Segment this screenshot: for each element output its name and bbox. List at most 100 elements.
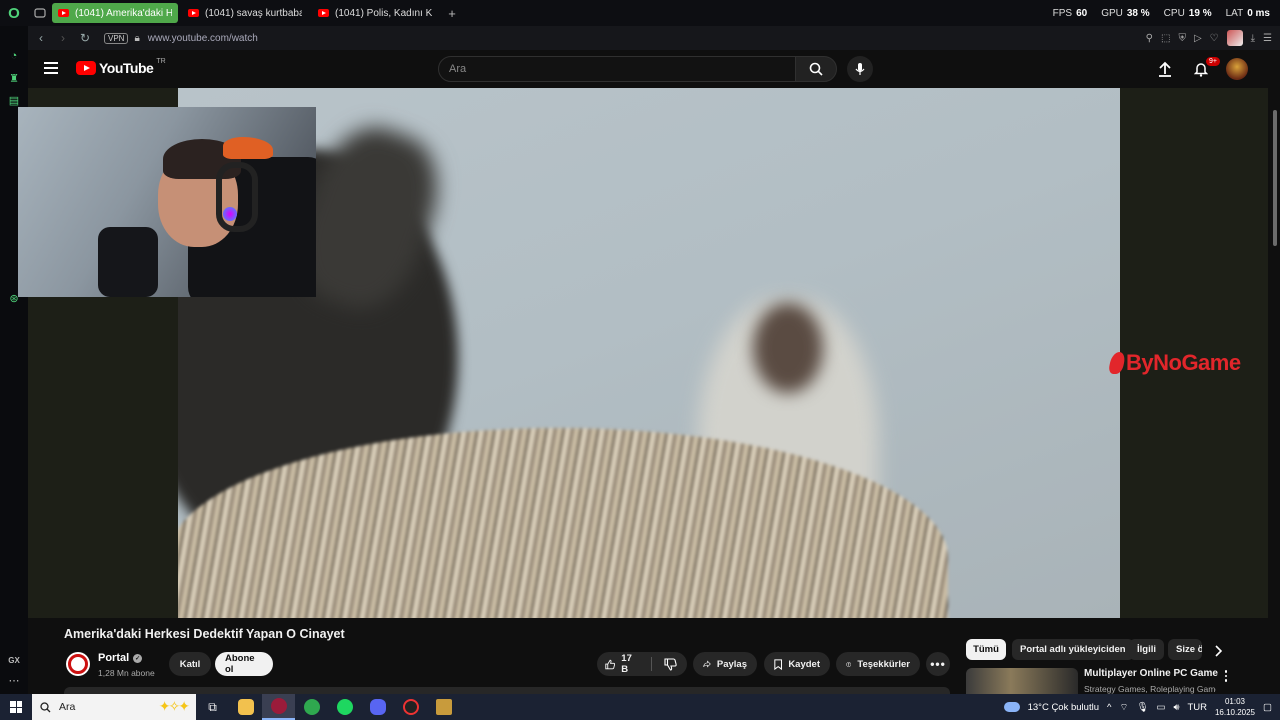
menu-icon[interactable] bbox=[44, 62, 58, 74]
subscribe-button[interactable]: Abone ol bbox=[215, 652, 273, 676]
spotify-button[interactable] bbox=[328, 694, 361, 720]
youtube-logo[interactable]: YouTube TR bbox=[76, 58, 166, 76]
description-box[interactable] bbox=[64, 687, 950, 694]
new-tab-button[interactable]: + bbox=[442, 3, 462, 23]
easy-setup-icon[interactable]: ☰ bbox=[1263, 33, 1272, 44]
chip-next-button[interactable] bbox=[1208, 641, 1228, 661]
youtube-favicon-icon bbox=[58, 9, 69, 17]
save-label: Kaydet bbox=[788, 658, 820, 670]
taskbar-search[interactable]: Ara ✦✧✦ bbox=[32, 694, 196, 720]
network-icon[interactable]: ⌔ bbox=[1119, 702, 1128, 713]
pin-icon[interactable]: ⚲ bbox=[1146, 33, 1153, 44]
webcam-hat bbox=[223, 137, 273, 159]
youtube-favicon-icon bbox=[318, 9, 329, 17]
vpn-badge[interactable]: VPN bbox=[104, 32, 129, 44]
tab-savas-kurtbaba[interactable]: (1041) savaş kurtbaba - Y bbox=[182, 3, 308, 23]
related-video-title[interactable]: Multiplayer Online PC Game bbox=[1084, 668, 1218, 679]
heart-icon[interactable]: ♡ bbox=[1210, 33, 1219, 44]
chip-for-you[interactable]: Size ö bbox=[1168, 639, 1202, 660]
share-icon bbox=[703, 660, 711, 668]
display-icon[interactable]: ▭ bbox=[1156, 702, 1165, 713]
chip-all[interactable]: Tümü bbox=[966, 639, 1006, 660]
scrollbar-thumb[interactable] bbox=[1273, 110, 1277, 246]
verified-icon: ✓ bbox=[133, 653, 143, 663]
league-icon bbox=[435, 699, 452, 715]
profile-avatar[interactable] bbox=[1226, 30, 1243, 46]
thanks-button[interactable]: Teşekkürler bbox=[836, 652, 920, 676]
gx-control-icon[interactable]: ◔ bbox=[0, 50, 28, 62]
upload-icon bbox=[1159, 61, 1171, 77]
snapshot-icon[interactable]: ⬚ bbox=[1161, 33, 1170, 44]
shield-icon[interactable]: ⛨ bbox=[1178, 33, 1186, 44]
tray-overflow-icon[interactable]: ^ bbox=[1107, 702, 1111, 713]
forward-icon[interactable]: › bbox=[54, 26, 72, 50]
clock[interactable]: 01:03 16.10.2025 bbox=[1215, 696, 1255, 718]
channel-name-text: Portal bbox=[98, 652, 130, 664]
league-button[interactable] bbox=[427, 694, 460, 720]
taskbar-search-text: Ara bbox=[59, 701, 76, 713]
related-video-more-icon[interactable] bbox=[1220, 668, 1232, 684]
opera-gx-icon bbox=[270, 698, 287, 714]
voice-search-button[interactable] bbox=[847, 56, 873, 82]
video-title: Amerika'daki Herkesi Dedektif Yapan O Ci… bbox=[64, 627, 345, 641]
volume-icon[interactable]: 🔊︎ bbox=[1173, 702, 1179, 713]
microphone-tray-icon[interactable]: 🎙︎ bbox=[1136, 702, 1148, 713]
like-dislike-group: 17 B bbox=[597, 652, 687, 676]
bookmark-icon bbox=[774, 658, 782, 670]
reload-icon[interactable]: ↻ bbox=[76, 26, 94, 50]
opera-gx-logo-icon[interactable]: O bbox=[0, 0, 28, 26]
tab-amerika[interactable]: (1041) Amerika'daki H bbox=[52, 3, 178, 23]
notifications-button[interactable]: 9+ bbox=[1190, 56, 1220, 82]
gpu-readout: GPU 38 % bbox=[1101, 7, 1150, 19]
video-frame[interactable] bbox=[178, 88, 1120, 618]
task-view-button[interactable]: ⧉ bbox=[196, 694, 229, 720]
file-explorer-button[interactable] bbox=[229, 694, 262, 720]
search-button[interactable] bbox=[795, 56, 837, 82]
tab-polis[interactable]: (1041) Polis, Kadını Kaçıra bbox=[312, 3, 438, 23]
url-field[interactable]: www.youtube.com/watch bbox=[148, 33, 258, 44]
tab-menu-icon[interactable] bbox=[28, 0, 52, 26]
account-avatar[interactable] bbox=[1226, 58, 1248, 80]
latency-readout: LAT 0 ms bbox=[1225, 7, 1270, 19]
microphone-icon bbox=[855, 63, 865, 75]
chip-related[interactable]: İlgili bbox=[1129, 639, 1164, 660]
lock-icon[interactable]: 🔒︎ bbox=[134, 33, 139, 44]
notification-center-icon[interactable]: ▢ bbox=[1263, 702, 1272, 713]
windows-logo-icon bbox=[10, 701, 22, 713]
back-icon[interactable]: ‹ bbox=[32, 26, 50, 50]
webcam-headset-light bbox=[223, 207, 237, 221]
dislike-button[interactable] bbox=[664, 657, 677, 671]
related-video-thumbnail[interactable] bbox=[966, 668, 1078, 694]
discord-icon bbox=[369, 699, 386, 715]
language-indicator[interactable]: TUR bbox=[1187, 702, 1207, 713]
chip-from-uploader[interactable]: Portal adlı yükleyiciden bbox=[1012, 639, 1134, 660]
create-button[interactable] bbox=[1154, 56, 1176, 82]
search-input[interactable]: Ara bbox=[438, 56, 796, 82]
page-scrollbar[interactable] bbox=[1270, 50, 1280, 694]
xbox-button[interactable] bbox=[295, 694, 328, 720]
download-icon[interactable]: ⤓ bbox=[1251, 33, 1255, 44]
sidebar-more-icon[interactable]: ⋯ bbox=[0, 674, 28, 687]
country-code: TR bbox=[156, 58, 166, 65]
play-icon[interactable]: ▷ bbox=[1194, 33, 1202, 44]
gx-corner-icon[interactable]: ♜ bbox=[0, 72, 28, 85]
share-button[interactable]: Paylaş bbox=[693, 652, 757, 676]
save-button[interactable]: Kaydet bbox=[764, 652, 830, 676]
channel-avatar[interactable] bbox=[66, 652, 90, 676]
search-highlight-icon: ✦✧✦ bbox=[158, 698, 190, 714]
fps-readout: FPS 60 bbox=[1052, 7, 1088, 19]
bynogame-watermark: ByNoGame bbox=[1107, 350, 1241, 376]
gx-player-icon[interactable]: ▤ bbox=[0, 94, 28, 107]
more-actions-button[interactable]: ••• bbox=[926, 652, 950, 676]
weather-text[interactable]: 13°C Çok bulutlu bbox=[1028, 702, 1099, 713]
thumbs-down-icon bbox=[664, 657, 677, 671]
join-button[interactable]: Katıl bbox=[169, 652, 211, 676]
gx-label: GX bbox=[8, 656, 20, 665]
like-button[interactable]: 17 B bbox=[605, 653, 637, 675]
start-button[interactable] bbox=[0, 694, 32, 720]
obs-button[interactable] bbox=[394, 694, 427, 720]
discord-button[interactable] bbox=[361, 694, 394, 720]
folder-icon bbox=[237, 699, 254, 715]
opera-gx-taskbar-button[interactable] bbox=[262, 694, 295, 720]
channel-name[interactable]: Portal ✓ bbox=[98, 652, 143, 664]
